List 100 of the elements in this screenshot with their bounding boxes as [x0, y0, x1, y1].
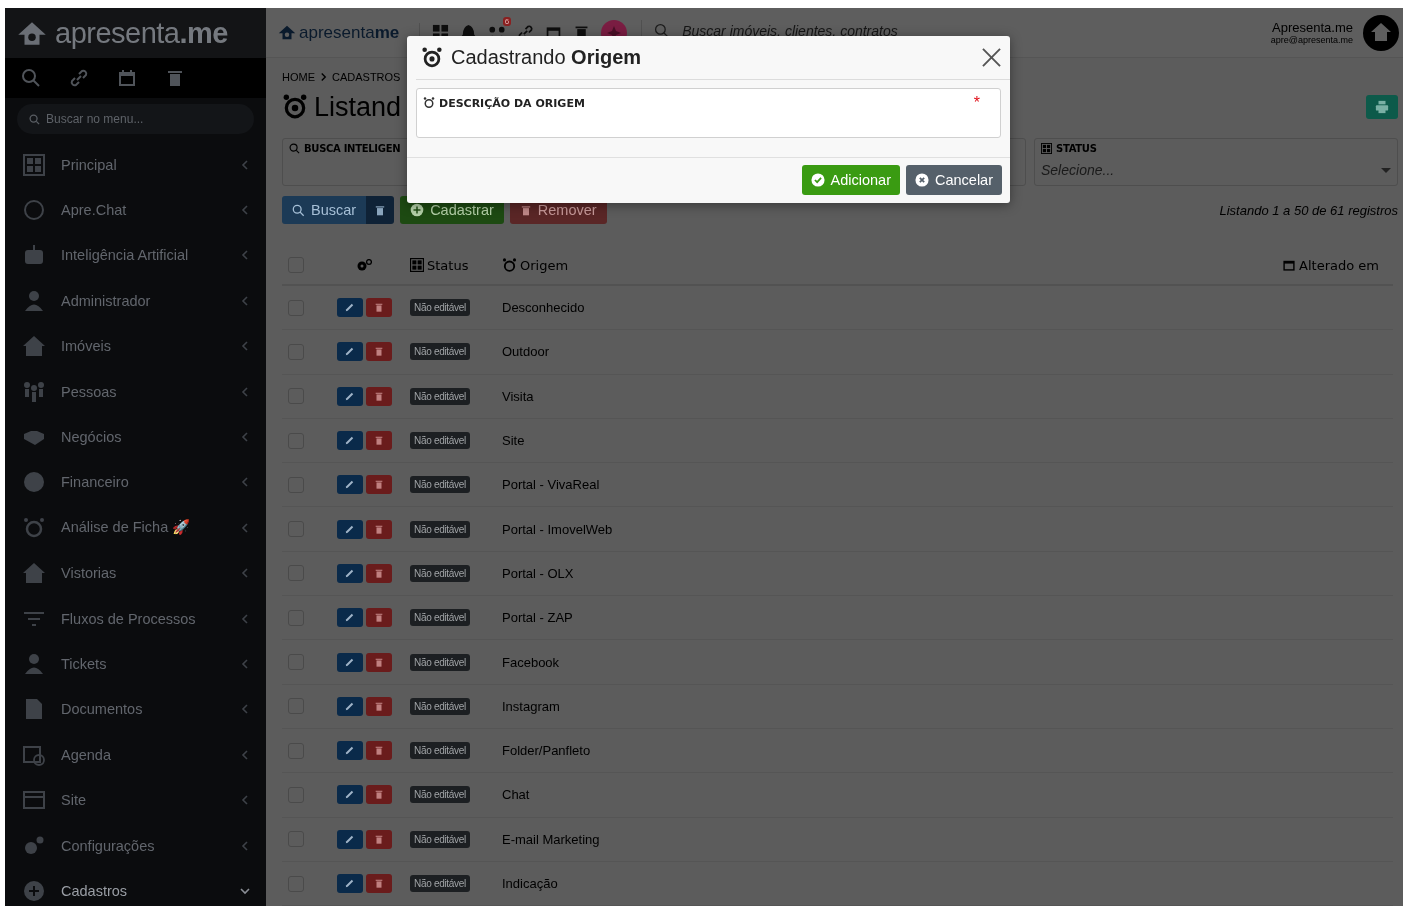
pencil-icon	[344, 523, 355, 535]
menu-item[interactable]: Configurações	[5, 822, 266, 869]
delete-button[interactable]	[365, 342, 392, 362]
edit-button[interactable]	[336, 342, 363, 362]
logo-icon	[278, 25, 296, 40]
delete-button[interactable]	[365, 563, 392, 583]
pencil-icon	[344, 612, 355, 624]
edit-button[interactable]	[336, 785, 363, 805]
description-field[interactable]: DESCRIÇÃO DA ORIGEM *	[416, 88, 1001, 138]
column-header[interactable]: Alterado em	[1282, 257, 1393, 273]
delete-button[interactable]	[365, 519, 392, 539]
edit-button[interactable]	[336, 298, 363, 318]
edit-button[interactable]	[336, 741, 363, 761]
search-icon	[289, 143, 300, 154]
chevron-icon	[320, 72, 327, 82]
cancel-button[interactable]: Cancelar	[905, 165, 1002, 195]
menu-item[interactable]: Administrador	[5, 278, 266, 324]
edit-button[interactable]	[336, 386, 363, 406]
close-icon[interactable]	[982, 48, 1001, 67]
menu-item[interactable]: Agenda	[5, 732, 266, 778]
clear-button[interactable]	[366, 196, 395, 224]
delete-button[interactable]	[365, 298, 392, 318]
column-header[interactable]: Status	[410, 257, 502, 273]
menu-item[interactable]: Análise de Ficha 🚀	[5, 505, 266, 551]
delete-button[interactable]	[365, 475, 392, 495]
delete-button[interactable]	[365, 696, 392, 716]
delete-button[interactable]	[365, 785, 392, 805]
filter-field[interactable]: STATUS Selecione...	[1034, 138, 1398, 186]
menu-item[interactable]: Financeiro	[5, 459, 266, 506]
print-button[interactable]	[1366, 95, 1398, 119]
status-tag: Não editável	[410, 697, 470, 715]
column-header[interactable]: Origem	[502, 257, 569, 273]
search-icon[interactable]	[21, 68, 41, 88]
alarm-icon	[23, 516, 45, 539]
table-cell: Outdoor	[502, 344, 549, 360]
menu-item[interactable]: Pessoas	[5, 368, 266, 415]
table-cell: Facebook	[502, 654, 560, 670]
record-count: Listando 1 a 50 de 61 registros	[1219, 202, 1398, 218]
trash-icon	[373, 523, 384, 535]
page-title: Listand	[314, 91, 402, 123]
grid-icon	[1041, 143, 1052, 154]
menu-item[interactable]: Site	[5, 777, 266, 823]
delete-button[interactable]	[365, 741, 392, 761]
status-tag: Não editável	[410, 875, 470, 892]
edit-button[interactable]	[336, 829, 363, 849]
edit-button[interactable]	[336, 563, 363, 583]
edit-button[interactable]	[336, 652, 363, 672]
delete-button[interactable]	[365, 608, 392, 628]
trash-icon	[373, 479, 384, 491]
logo-text: apresenta.me	[55, 16, 228, 50]
edit-button[interactable]	[336, 475, 363, 495]
delete-button[interactable]	[365, 652, 392, 672]
table-cell: Folder/Panfleto	[502, 743, 591, 759]
menu-item[interactable]: Tickets	[5, 641, 266, 687]
pencil-icon	[344, 346, 355, 358]
trash-icon	[519, 203, 532, 217]
delete-button[interactable]	[365, 829, 392, 849]
alarm-clock-icon	[421, 46, 443, 69]
alarm-clock-icon	[423, 97, 435, 109]
trash-icon	[373, 390, 384, 402]
edit-button[interactable]	[336, 431, 363, 451]
menu-item[interactable]: Principal	[5, 142, 266, 188]
delete-button[interactable]	[365, 386, 392, 406]
edit-button[interactable]	[336, 874, 363, 893]
user-name: Apresenta.me	[1272, 20, 1353, 35]
breadcrumb-link[interactable]: CADASTROS	[332, 71, 401, 83]
delete-button[interactable]	[365, 874, 392, 893]
house-icon	[23, 335, 45, 358]
grid-icon	[410, 258, 424, 272]
status-tag: Não editável	[410, 299, 470, 317]
menu-item[interactable]: Fluxos de Processos	[5, 595, 266, 642]
menu-item[interactable]: Negócios	[5, 414, 266, 460]
status-tag: Não editável	[410, 830, 470, 848]
status-tag: Não editável	[410, 387, 470, 405]
menu-search-field[interactable]: Buscar no menu...	[17, 104, 254, 134]
table-cell: Site	[502, 433, 525, 449]
global-search-field[interactable]: Buscar imóveis, clientes, contratos	[682, 23, 983, 39]
menu-item[interactable]: Documentos	[5, 686, 266, 733]
table-cell: Desconhecido	[502, 300, 585, 316]
menu-item[interactable]: Vistorias	[5, 550, 266, 596]
status-tag: Não editável	[410, 520, 470, 538]
breadcrumb-link[interactable]: HOME	[282, 71, 315, 83]
avatar-icon[interactable]	[1363, 14, 1399, 51]
menu-item[interactable]: Imóveis	[5, 323, 266, 369]
menu-item[interactable]: Cadastros	[5, 868, 266, 906]
table-cell: Portal - OLX	[502, 565, 574, 581]
search-button[interactable]: Buscar	[282, 196, 367, 224]
edit-button[interactable]	[336, 519, 363, 539]
trash-icon	[373, 789, 384, 801]
pencil-icon	[344, 479, 355, 491]
edit-button[interactable]	[336, 696, 363, 716]
edit-button[interactable]	[336, 608, 363, 628]
menu-item[interactable]: Inteligência Artificial	[5, 232, 266, 279]
trash-icon	[373, 567, 384, 579]
browser-icon	[23, 789, 45, 812]
add-button[interactable]: Adicionar	[801, 165, 900, 195]
logo-text: apresentame	[299, 22, 400, 43]
delete-button[interactable]	[365, 431, 392, 451]
pencil-icon	[344, 435, 355, 447]
menu-item[interactable]: Apre.Chat	[5, 187, 266, 233]
